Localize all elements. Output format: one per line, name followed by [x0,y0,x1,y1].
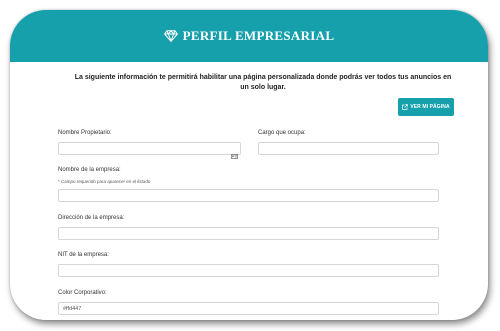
company-address-field[interactable] [58,227,439,240]
company-address-label: Dirección de la empresa: [58,215,125,221]
company-name-field[interactable] [58,189,439,202]
view-my-page-label: VER MI PÁGINA [410,104,450,110]
owner-name-label: Nombre Propietario: [58,130,112,136]
card-header: PERFIL EMPRESARIAL [10,10,488,62]
view-my-page-button[interactable]: VER MI PÁGINA [398,98,454,116]
external-link-icon [402,104,409,110]
intro-text: La siguiente información te permitirá ha… [74,74,452,91]
corporate-color-field[interactable]: #ffd447 [58,302,439,315]
page-title: PERFIL EMPRESARIAL [182,28,335,43]
id-card-icon[interactable] [231,146,239,160]
company-name-label: Nombre de la empresa: [58,167,121,173]
form-container: La siguiente información te permitirá ha… [24,62,474,320]
position-label: Cargo que ocupa: [258,130,306,136]
profile-card: PERFIL EMPRESARIAL La siguiente informac… [10,10,488,320]
corporate-color-label: Color Corporativo: [58,290,107,296]
required-hint-text: Campo requerido para aparecer en el list… [61,179,151,184]
required-hint: * Campo requerido para aparecer en el li… [58,179,151,184]
diamond-icon [163,30,178,42]
owner-name-field[interactable] [58,142,241,155]
company-nit-label: NIT de la empresa: [58,252,109,258]
position-field[interactable] [258,142,439,155]
company-nit-field[interactable] [58,264,439,277]
